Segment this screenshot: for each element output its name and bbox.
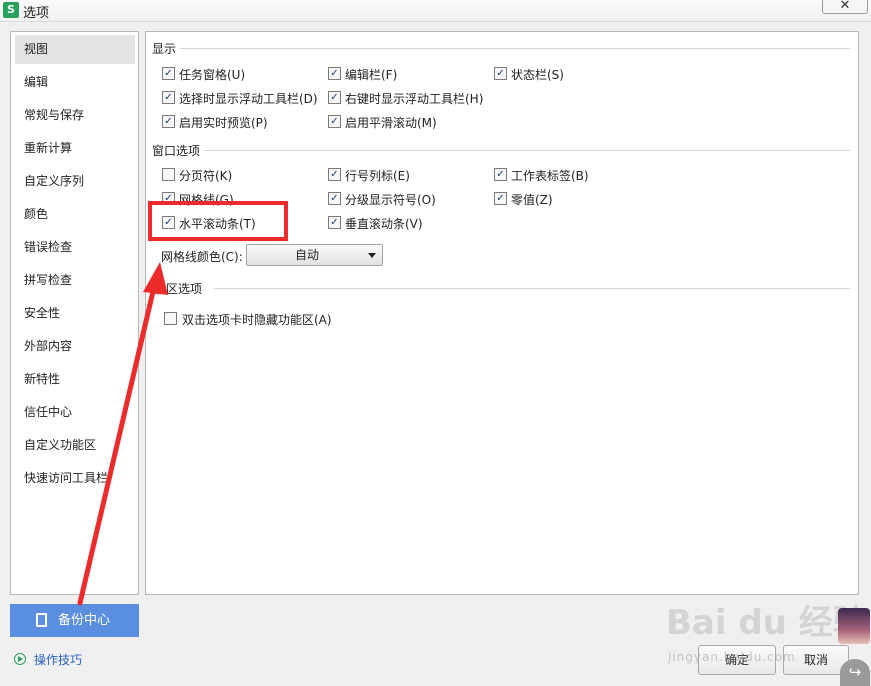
formula-bar-checkbox[interactable] (328, 67, 341, 80)
section-title-window-options: 窗口选项 (152, 142, 205, 159)
sidebar-item-external-content[interactable]: 外部内容 (15, 332, 135, 361)
sheet-tabs-checkbox[interactable] (494, 168, 507, 181)
title-bar: S 选项 ✕ (0, 0, 871, 22)
task-pane-checkbox[interactable] (162, 67, 175, 80)
sidebar-item-customize-ribbon[interactable]: 自定义功能区 (15, 431, 135, 460)
hide-ribbon-on-double-click-checkbox[interactable] (164, 312, 177, 325)
floating-toolbar-on-select-checkbox[interactable] (162, 91, 175, 104)
gridline-color-select[interactable]: 自动 (246, 244, 383, 266)
status-bar-checkbox[interactable] (494, 67, 507, 80)
task-pane-label: 任务窗格(U) (179, 68, 246, 82)
sidebar-item-trust-center[interactable]: 信任中心 (15, 398, 135, 427)
backup-center-button[interactable]: 备份中心 (10, 604, 139, 637)
share-icon[interactable]: ↪ (840, 659, 870, 686)
page-break-checkbox[interactable] (162, 168, 175, 181)
vertical-scrollbar-checkbox[interactable] (328, 216, 341, 229)
sidebar-item-spell-check[interactable]: 拼写检查 (15, 266, 135, 295)
sidebar-item-custom-lists[interactable]: 自定义序列 (15, 167, 135, 196)
sidebar-item-security[interactable]: 安全性 (15, 299, 135, 328)
vertical-scrollbar-label: 垂直滚动条(V) (345, 217, 423, 231)
section-title-ribbon: 能区选项 (154, 280, 207, 297)
sheet-tabs-label: 工作表标签(B) (511, 169, 589, 183)
sidebar-item-general-save[interactable]: 常规与保存 (15, 101, 135, 130)
sidebar-item-edit[interactable]: 编辑 (15, 68, 135, 97)
backup-center-label: 备份中心 (58, 613, 111, 628)
section-divider (200, 150, 850, 151)
operation-tips-label: 操作技巧 (34, 653, 83, 667)
section-title-display: 显示 (152, 40, 181, 57)
live-preview-label: 启用实时预览(P) (179, 116, 268, 130)
smooth-scroll-checkbox[interactable] (328, 115, 341, 128)
floating-toolbar-on-rightclick-checkbox[interactable] (328, 91, 341, 104)
gridline-color-value: 自动 (294, 248, 319, 262)
sidebar-item-error-check[interactable]: 错误检查 (15, 233, 135, 262)
gridline-color-label: 网格线颜色(C): (161, 250, 243, 264)
section-divider (214, 288, 850, 289)
sidebar-item-quick-access-toolbar[interactable]: 快速访问工具栏 (15, 464, 135, 493)
outline-symbols-checkbox[interactable] (328, 192, 341, 205)
close-button[interactable]: ✕ (822, 0, 868, 14)
smooth-scroll-label: 启用平滑滚动(M) (345, 116, 437, 130)
play-circle-icon (14, 653, 26, 665)
live-preview-checkbox[interactable] (162, 115, 175, 128)
document-icon (36, 613, 47, 627)
status-bar-label: 状态栏(S) (511, 68, 564, 82)
options-sidebar: 视图 编辑 常规与保存 重新计算 自定义序列 颜色 错误检查 拼写检查 安全性 … (10, 31, 139, 595)
page-break-label: 分页符(K) (179, 169, 233, 183)
outline-symbols-label: 分级显示符号(O) (345, 193, 436, 207)
sidebar-item-view[interactable]: 视图 (15, 35, 135, 64)
sidebar-item-new-features[interactable]: 新特性 (15, 365, 135, 394)
row-col-headers-label: 行号列标(E) (345, 169, 410, 183)
hide-ribbon-on-double-click-label: 双击选项卡时隐藏功能区(A) (182, 313, 332, 327)
row-col-headers-checkbox[interactable] (328, 168, 341, 181)
highlight-box (148, 201, 288, 241)
app-icon: S (3, 2, 19, 18)
section-divider (180, 48, 850, 49)
sidebar-item-color[interactable]: 颜色 (15, 200, 135, 229)
floating-toolbar-on-select-label: 选择时显示浮动工具栏(D) (179, 92, 318, 106)
sidebar-item-recalculate[interactable]: 重新计算 (15, 134, 135, 163)
floating-toolbar-on-rightclick-label: 右键时显示浮动工具栏(H) (345, 92, 484, 106)
baidu-watermark-url: jingyan.baidu.com (668, 650, 796, 664)
formula-bar-label: 编辑栏(F) (345, 68, 398, 82)
zero-values-checkbox[interactable] (494, 192, 507, 205)
zero-values-label: 零值(Z) (511, 193, 553, 207)
window-title: 选项 (23, 6, 50, 21)
chevron-down-icon (368, 253, 376, 258)
baidu-watermark: Bai du 经验 (666, 603, 867, 643)
avatar[interactable] (838, 608, 870, 644)
close-icon: ✕ (839, 0, 851, 13)
